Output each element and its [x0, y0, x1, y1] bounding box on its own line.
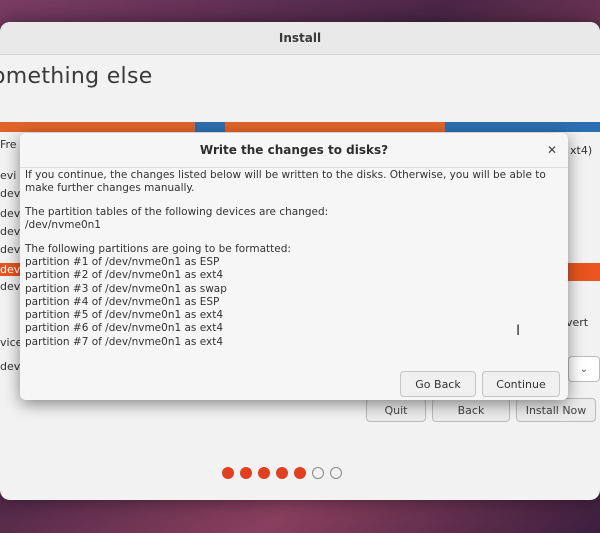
list-item[interactable]: Fre: [0, 138, 17, 151]
step-dot-complete: [222, 467, 234, 479]
window-title: Install: [278, 31, 322, 45]
list-item[interactable]: dev: [0, 243, 20, 256]
page-heading: omething else: [0, 64, 153, 89]
partition-segment: [225, 122, 445, 132]
partition-bar: [0, 122, 600, 132]
partition-item: partition #7 of /dev/nvme0n1 as ext4: [25, 335, 224, 348]
step-dot-complete: [258, 467, 270, 479]
format-header: The following partitions are going to be…: [25, 243, 291, 255]
partition-item: partition #5 of /dev/nvme0n1 as ext4: [25, 309, 224, 322]
close-icon[interactable]: ✕: [544, 142, 560, 158]
dialog-titlebar: Write the changes to disks? ✕: [20, 133, 568, 168]
list-item-selected[interactable]: dev: [0, 263, 22, 276]
window-titlebar: Install: [0, 22, 600, 55]
step-dot-pending: [330, 467, 342, 479]
step-dot-complete: [240, 467, 252, 479]
chevron-down-icon[interactable]: ⌄: [568, 356, 600, 382]
dialog-intro: If you continue, the changes listed belo…: [25, 169, 546, 194]
list-item[interactable]: dev: [0, 187, 20, 200]
partition-item: partition #4 of /dev/nvme0n1 as ESP: [25, 295, 220, 308]
text-cursor-icon: I: [516, 323, 521, 339]
tables-header: The partition tables of the following de…: [25, 206, 329, 218]
list-item[interactable]: dev: [0, 207, 20, 220]
partition-label-fragment: xt4): [570, 144, 593, 157]
tables-device: /dev/nvme0n1: [25, 219, 101, 231]
revert-button-fragment[interactable]: vert: [566, 316, 588, 329]
list-item[interactable]: dev: [0, 225, 20, 238]
dialog-title: Write the changes to disks?: [199, 143, 389, 157]
partition-item: partition #2 of /dev/nvme0n1 as ext4: [25, 269, 224, 282]
go-back-button[interactable]: Go Back: [400, 371, 476, 397]
quit-button[interactable]: Quit: [366, 398, 426, 422]
write-changes-dialog: Write the changes to disks? ✕ If you con…: [20, 133, 568, 400]
dialog-body: If you continue, the changes listed belo…: [25, 169, 562, 349]
continue-button[interactable]: Continue: [482, 371, 560, 397]
partition-segment: [0, 122, 195, 132]
partition-segment: [195, 122, 225, 132]
step-dot-complete: [276, 467, 288, 479]
step-dot-complete: [294, 467, 306, 479]
partition-item: partition #3 of /dev/nvme0n1 as swap: [25, 282, 227, 295]
partition-list: partition #1 of /dev/nvme0n1 as ESP part…: [25, 256, 562, 349]
list-item[interactable]: dev: [0, 280, 20, 293]
partition-item: partition #1 of /dev/nvme0n1 as ESP: [25, 256, 220, 268]
install-now-button[interactable]: Install Now: [516, 398, 596, 422]
step-dot-pending: [312, 467, 324, 479]
partition-item: partition #6 of /dev/nvme0n1 as ext4: [25, 322, 224, 335]
list-item[interactable]: evi: [0, 169, 16, 182]
back-button[interactable]: Back: [432, 398, 510, 422]
step-indicator: [222, 467, 342, 479]
partition-segment: [445, 122, 600, 132]
list-item[interactable]: dev: [0, 360, 20, 373]
